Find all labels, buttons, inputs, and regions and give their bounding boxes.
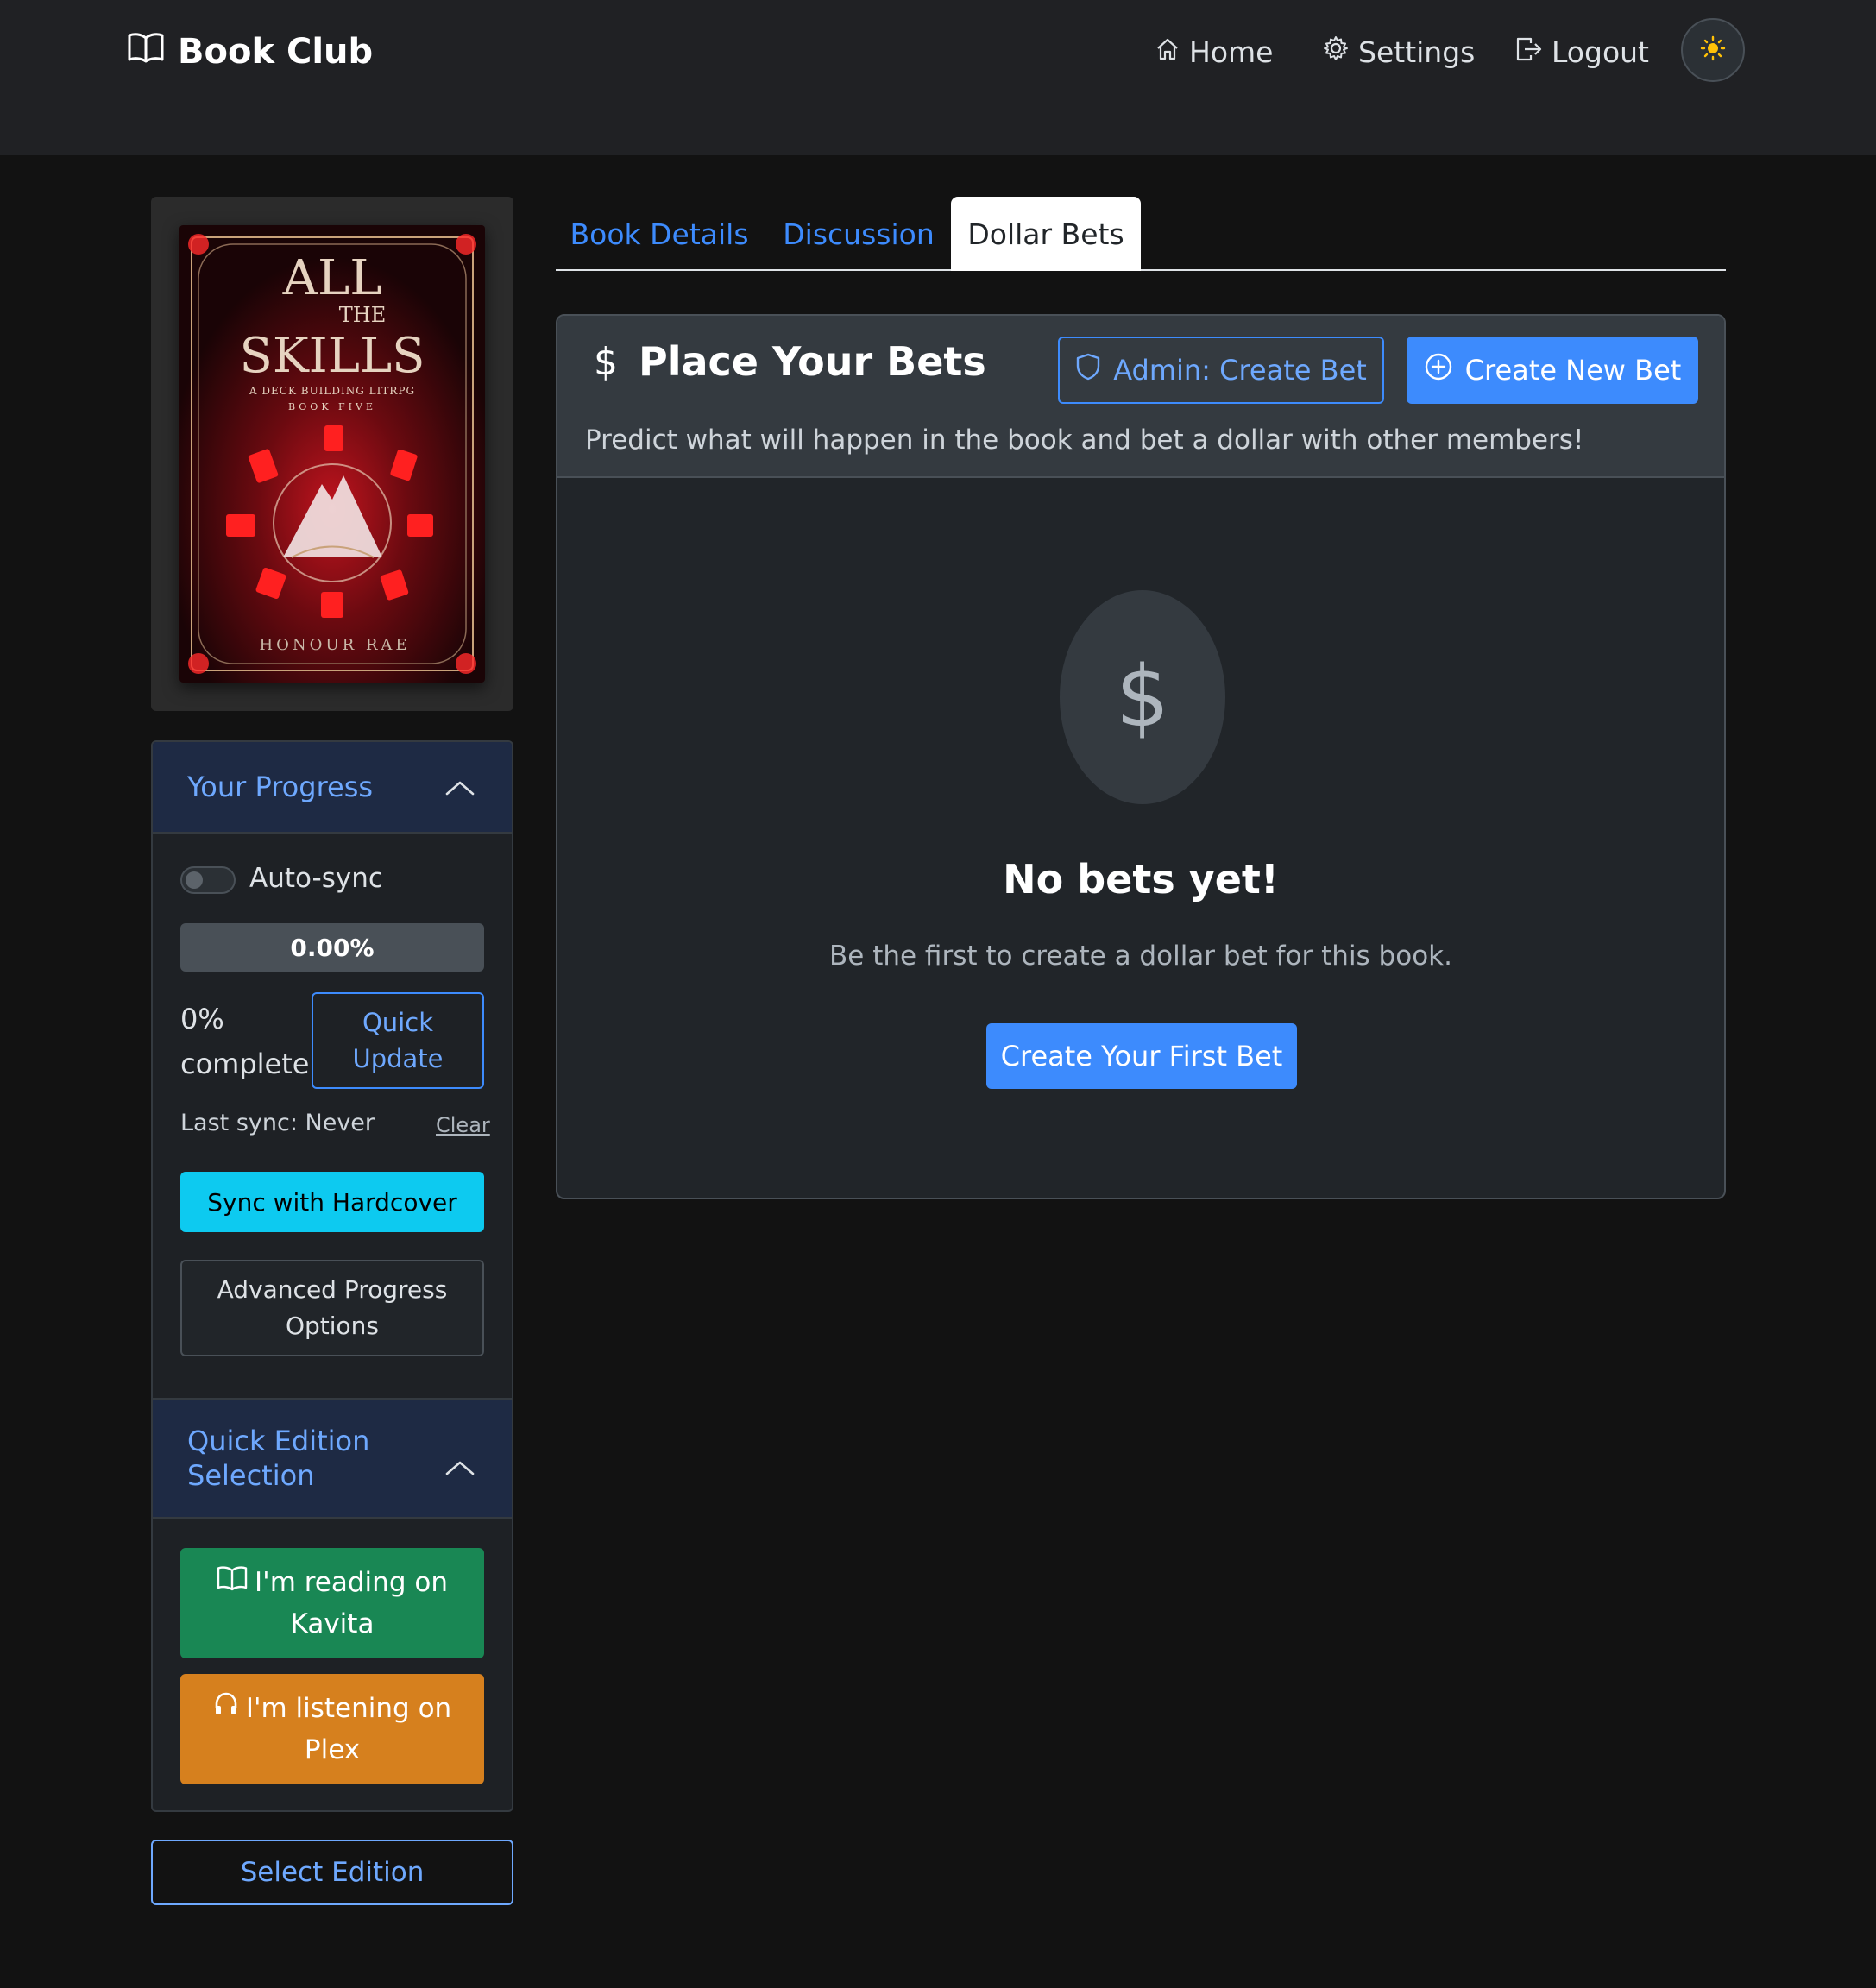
brand[interactable]: Book Club — [128, 29, 373, 74]
progress-accordion-header[interactable]: Your Progress — [153, 742, 512, 832]
nav-logout[interactable]: Logout — [1515, 29, 1649, 74]
tab-dollar-bets-label: Dollar Bets — [967, 217, 1124, 251]
plus-circle-icon — [1424, 352, 1453, 388]
listening-plex-button[interactable]: I'm listening on Plex — [180, 1674, 484, 1784]
book-icon — [128, 32, 164, 72]
admin-create-bet-button[interactable]: Admin: Create Bet — [1058, 337, 1384, 404]
divider — [153, 832, 512, 834]
chevron-up-icon — [444, 771, 475, 803]
listening-plex-row: I'm listening on — [213, 1688, 451, 1729]
advanced-progress-button[interactable]: Advanced Progress Options — [180, 1260, 484, 1356]
progress-percent: 0.00% — [290, 933, 375, 962]
edition-header-label-1: Quick Edition — [187, 1425, 370, 1457]
autosync-toggle[interactable] — [180, 866, 236, 894]
empty-state-icon-circle: $ — [1060, 590, 1225, 804]
quick-update-label-2: Update — [352, 1044, 444, 1073]
tab-dollar-bets[interactable]: Dollar Bets — [951, 197, 1141, 271]
create-first-bet-button[interactable]: Create Your First Bet — [986, 1023, 1297, 1089]
bets-title: $ Place Your Bets — [594, 331, 986, 392]
tab-book-details-label: Book Details — [570, 217, 749, 251]
dollar-icon: $ — [594, 339, 618, 384]
logout-icon — [1515, 35, 1543, 69]
progress-bar: 0.00% — [180, 923, 484, 972]
cover-author: HONOUR RAE — [259, 636, 410, 654]
advanced-progress-label-1: Advanced Progress — [217, 1275, 448, 1304]
reading-kavita-label-1: I'm reading on — [255, 1567, 448, 1598]
complete-label: complete — [180, 1047, 310, 1080]
select-edition-label: Select Edition — [240, 1857, 425, 1888]
select-edition-button[interactable]: Select Edition — [151, 1840, 513, 1905]
last-sync-text: Last sync: Never — [180, 1110, 375, 1136]
complete-percent: 0% — [180, 1003, 224, 1035]
nav-settings[interactable]: Settings — [1322, 29, 1475, 74]
listening-plex-label-2: Plex — [304, 1734, 361, 1765]
headphones-icon — [213, 1688, 239, 1729]
create-new-bet-button[interactable]: Create New Bet — [1407, 337, 1698, 404]
progress-header-label: Your Progress — [187, 771, 374, 803]
reading-kavita-label-2: Kavita — [290, 1608, 375, 1639]
theme-toggle-button[interactable] — [1681, 18, 1745, 82]
book-icon — [217, 1562, 248, 1603]
nav-home-label: Home — [1189, 35, 1274, 69]
shield-icon — [1075, 352, 1101, 388]
create-first-bet-label: Create Your First Bet — [1000, 1040, 1283, 1073]
create-new-bet-label: Create New Bet — [1464, 354, 1682, 387]
empty-state-title: No bets yet! — [1003, 856, 1279, 903]
bets-card: $ Place Your Bets Admin: Create Bet Crea… — [556, 314, 1726, 1199]
divider — [153, 1517, 512, 1519]
cover-subtitle1: A DECK BUILDING LITRPG — [249, 385, 415, 397]
sync-hardcover-label: Sync with Hardcover — [207, 1187, 457, 1217]
tab-discussion[interactable]: Discussion — [768, 197, 949, 271]
book-cover-card: ALL THE SKILLS A DECK BUILDING LITRPG BO… — [151, 197, 513, 711]
clear-link[interactable]: Clear — [436, 1113, 490, 1137]
quick-update-button[interactable]: Quick Update — [312, 992, 484, 1089]
empty-state-text: Be the first to create a dollar bet for … — [829, 941, 1452, 972]
nav-logout-label: Logout — [1552, 35, 1649, 69]
cover-title-line3: SKILLS — [239, 328, 425, 384]
dollar-icon: $ — [1115, 648, 1170, 746]
bets-title-label: Place Your Bets — [639, 338, 986, 385]
listening-plex-label-1: I'm listening on — [245, 1693, 452, 1724]
home-icon — [1155, 35, 1180, 69]
bets-header: $ Place Your Bets Admin: Create Bet Crea… — [557, 316, 1724, 478]
tab-book-details[interactable]: Book Details — [556, 197, 763, 271]
cover-title-line2: THE — [339, 303, 386, 327]
advanced-progress-label-2: Options — [285, 1312, 380, 1340]
edition-header-label-2: Selection — [187, 1459, 315, 1492]
navbar: Book Club Home Settings Logout — [0, 0, 1876, 155]
quick-update-label-1: Quick — [362, 1008, 433, 1037]
chevron-up-icon — [444, 1450, 475, 1484]
cover-subtitle2: BOOK FIVE — [288, 401, 376, 412]
edition-accordion-header[interactable]: Quick Edition Selection — [153, 1400, 512, 1517]
bets-description: Predict what will happen in the book and… — [585, 425, 1584, 456]
sun-icon — [1700, 35, 1726, 65]
sync-hardcover-button[interactable]: Sync with Hardcover — [180, 1172, 484, 1232]
cover-title-line1: ALL — [282, 250, 382, 306]
sidebar-accordion: Your Progress Auto-sync 0.00% 0% complet… — [151, 740, 513, 1812]
gear-icon — [1322, 35, 1350, 69]
tab-discussion-label: Discussion — [783, 217, 935, 251]
reading-kavita-button[interactable]: I'm reading on Kavita — [180, 1548, 484, 1658]
nav-home[interactable]: Home — [1155, 29, 1273, 74]
reading-kavita-row: I'm reading on — [217, 1562, 448, 1603]
autosync-label: Auto-sync — [249, 863, 383, 894]
admin-create-bet-label: Admin: Create Bet — [1113, 354, 1367, 387]
nav-settings-label: Settings — [1358, 35, 1476, 69]
book-cover-image: ALL THE SKILLS A DECK BUILDING LITRPG BO… — [179, 225, 485, 683]
brand-label: Book Club — [178, 32, 374, 72]
